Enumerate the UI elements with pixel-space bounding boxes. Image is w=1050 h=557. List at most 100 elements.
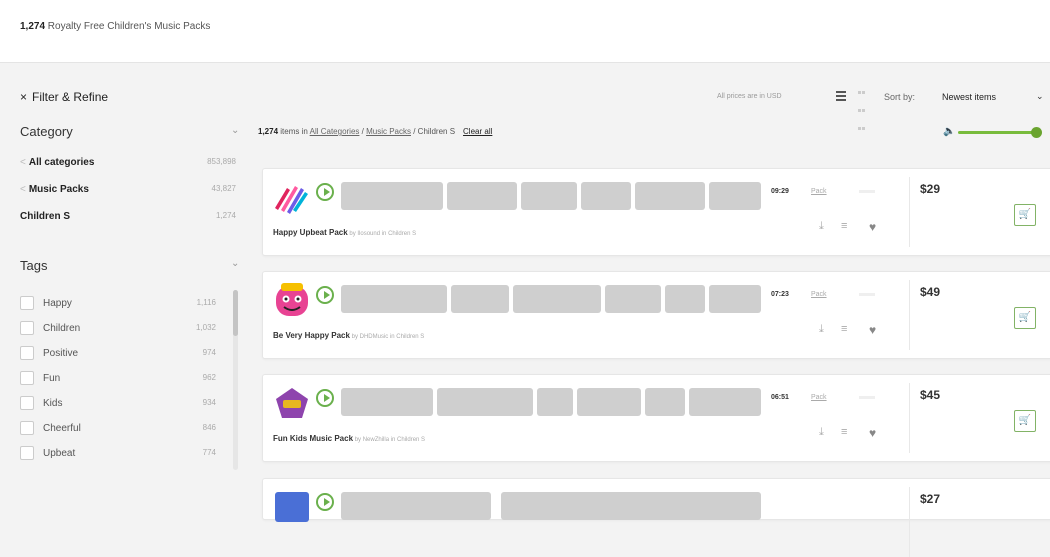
product-thumbnail [275, 492, 309, 522]
checkbox[interactable] [20, 446, 34, 460]
page-title-text: Royalty Free Children's Music Packs [45, 21, 211, 32]
divider [909, 487, 910, 557]
heart-icon[interactable]: ♥ [869, 323, 876, 337]
sort-select[interactable]: Newest items [942, 92, 996, 102]
tag-count: 1,116 [196, 298, 216, 307]
category-count: 1,274 [215, 211, 236, 220]
tags-scrollbar[interactable] [233, 290, 238, 470]
product-title-line: Fun Kids Music Pack by NewZhilla in Chil… [273, 434, 425, 443]
add-to-cart-icon[interactable]: 🛒 [1014, 410, 1036, 432]
add-to-list-icon[interactable]: ≡ [841, 426, 847, 438]
price: $45 [920, 388, 941, 402]
duration: 06:51 [771, 394, 789, 401]
scrollbar-thumb[interactable] [233, 290, 238, 336]
tag-count: 774 [202, 448, 216, 457]
duration: 07:23 [771, 291, 789, 298]
results-header: 1,274 Royalty Free Children's Music Pack… [0, 0, 1050, 63]
breadcrumb-text: items in [278, 127, 310, 136]
product-author-meta: by DHDMusic in Children S [349, 334, 425, 340]
chevron-down-icon[interactable]: ⌄ [231, 125, 239, 136]
play-button[interactable] [316, 389, 334, 407]
add-to-cart-icon[interactable]: 🛒 [1014, 204, 1036, 226]
chevron-left-icon: < [20, 157, 26, 168]
product-title[interactable]: Fun Kids Music Pack [273, 434, 353, 443]
heart-icon[interactable]: ♥ [869, 426, 876, 440]
checkbox[interactable] [20, 346, 34, 360]
category-label: All categories [28, 157, 95, 168]
play-button[interactable] [316, 493, 334, 511]
chevron-down-icon[interactable]: ⌄ [231, 258, 239, 269]
product-title[interactable]: Be Very Happy Pack [273, 331, 350, 340]
list-view-icon[interactable] [836, 91, 846, 101]
checkbox[interactable] [20, 321, 34, 335]
page-title: 1,274 Royalty Free Children's Music Pack… [20, 21, 210, 32]
waveform[interactable] [341, 182, 761, 210]
currency-note: All prices are in USD [717, 93, 782, 100]
heart-icon[interactable]: ♥ [869, 220, 876, 234]
tag-count: 846 [202, 423, 216, 432]
checkbox[interactable] [20, 371, 34, 385]
product-card[interactable]: $27 [262, 478, 1050, 557]
tag-label: Fun [43, 373, 61, 384]
product-card[interactable]: 07:23 Pack Be Very Happy Pack by DHDMusi… [262, 271, 1050, 359]
category-count: 43,827 [211, 184, 236, 193]
waveform[interactable] [341, 285, 761, 313]
category-heading[interactable]: Category [20, 124, 73, 139]
play-button[interactable] [316, 286, 334, 304]
item-type-link[interactable]: Pack [811, 188, 827, 195]
category-label: Music Packs [28, 184, 89, 195]
product-title-line: Happy Upbeat Pack by Ilosound in Childre… [273, 228, 416, 237]
tag-count: 974 [202, 348, 216, 357]
divider [909, 383, 910, 453]
item-type-link[interactable]: Pack [811, 291, 827, 298]
placeholder-bar [859, 396, 875, 399]
item-type-link[interactable]: Pack [811, 394, 827, 401]
clear-all-link[interactable]: Clear all [463, 127, 492, 136]
product-author-meta: by Ilosound in Children S [347, 231, 417, 237]
product-card[interactable]: 09:29 Pack Happy Upbeat Pack by Ilosound… [262, 168, 1050, 256]
items-count: 1,274 [258, 127, 279, 136]
price: $29 [920, 182, 941, 196]
filter-title: Filter & Refine [32, 90, 109, 104]
download-icon[interactable]: ⤓ [819, 220, 824, 233]
play-button[interactable] [316, 183, 334, 201]
filter-toggle[interactable]: × Filter & Refine [20, 90, 108, 104]
product-title-line: Be Very Happy Pack by DHDMusic in Childr… [273, 331, 424, 340]
breadcrumb-link-music-packs[interactable]: Music Packs [366, 127, 411, 136]
divider [909, 177, 910, 247]
product-card[interactable]: 06:51 Pack Fun Kids Music Pack by NewZhi… [262, 374, 1050, 462]
checkbox[interactable] [20, 396, 34, 410]
waveform[interactable] [341, 388, 761, 416]
sort-label: Sort by: [884, 92, 916, 102]
tags-heading[interactable]: Tags [20, 258, 47, 273]
download-icon[interactable]: ⤓ [819, 426, 824, 439]
tag-label: Happy [43, 298, 72, 309]
product-thumbnail [275, 186, 308, 214]
tag-label: Cheerful [43, 423, 81, 434]
volume-icon[interactable]: 🔈 [943, 126, 955, 137]
duration: 09:29 [771, 188, 789, 195]
volume-slider[interactable] [958, 131, 1036, 134]
waveform[interactable] [341, 492, 761, 520]
tag-label: Positive [43, 348, 79, 359]
price: $49 [920, 285, 941, 299]
divider [909, 280, 910, 350]
add-to-list-icon[interactable]: ≡ [841, 323, 847, 335]
checkbox[interactable] [20, 296, 34, 310]
breadcrumb-link-all-categories[interactable]: All Categories [310, 127, 360, 136]
chevron-left-icon: < [20, 184, 26, 195]
volume-slider-handle[interactable] [1031, 127, 1042, 138]
add-to-list-icon[interactable]: ≡ [841, 220, 847, 232]
grid-view-icon[interactable] [858, 91, 868, 130]
price: $27 [920, 492, 941, 506]
checkbox[interactable] [20, 421, 34, 435]
product-thumbnail [276, 283, 308, 316]
add-to-cart-icon[interactable]: 🛒 [1014, 307, 1036, 329]
download-icon[interactable]: ⤓ [819, 323, 824, 336]
product-author-meta: by NewZhilla in Children S [353, 437, 426, 443]
chevron-down-icon[interactable]: ⌄ [1036, 91, 1044, 102]
product-title[interactable]: Happy Upbeat Pack [273, 228, 348, 237]
product-thumbnail [276, 388, 308, 418]
breadcrumb-current: Children S [417, 127, 456, 136]
close-icon[interactable]: × [20, 90, 27, 104]
